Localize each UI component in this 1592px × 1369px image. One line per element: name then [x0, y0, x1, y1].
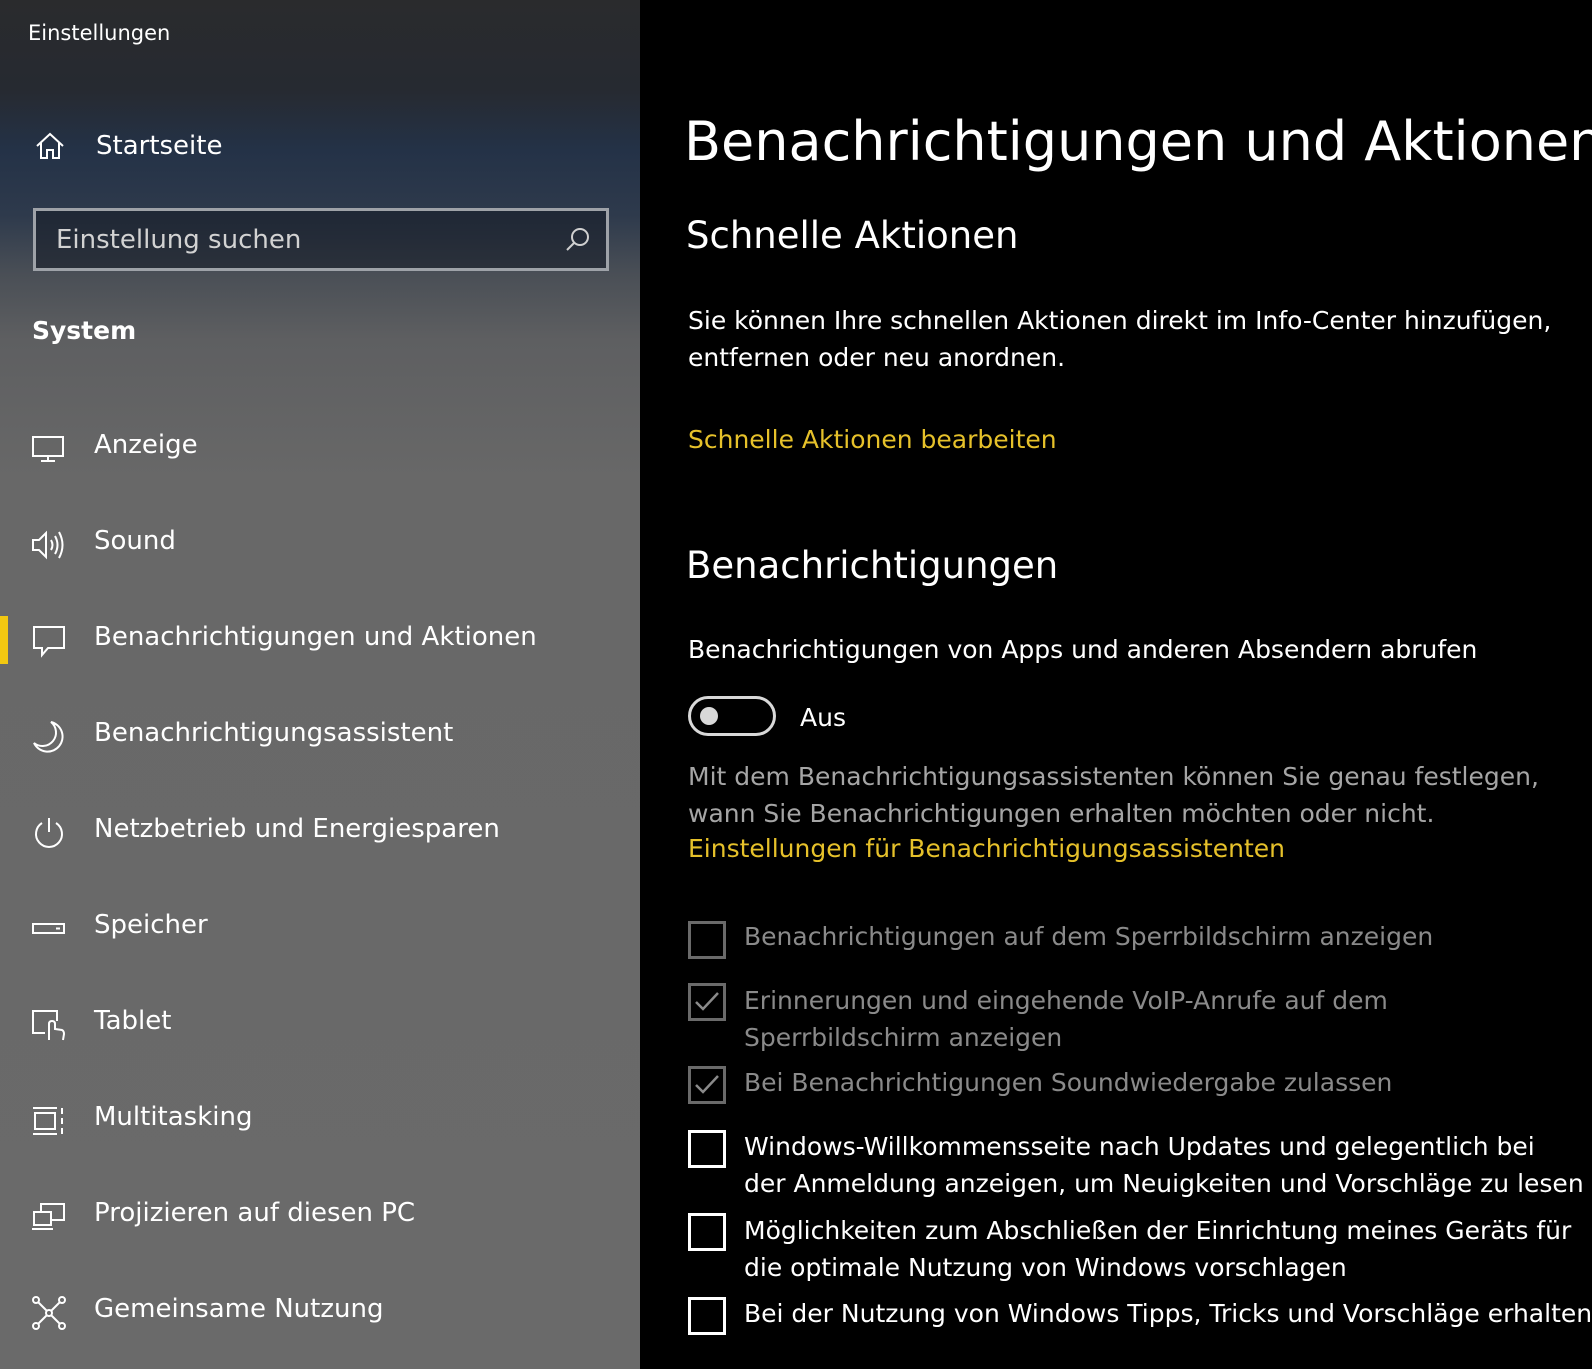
- speaker-icon: [32, 530, 64, 560]
- checkbox-label: Möglichkeiten zum Abschließen der Einric…: [744, 1216, 1572, 1282]
- sidebar-item-projizieren[interactable]: Projizieren auf diesen PC: [0, 1172, 640, 1268]
- edit-quick-actions-link[interactable]: Schnelle Aktionen bearbeiten: [688, 425, 1057, 454]
- sidebar-item-label: Tablet: [94, 1006, 172, 1036]
- sidebar: Einstellungen Startseite System Anzeige: [0, 0, 640, 1369]
- section-label: System: [32, 316, 137, 345]
- sidebar-item-multitasking[interactable]: Multitasking: [0, 1076, 640, 1172]
- sidebar-item-benachrichtigungsassistent[interactable]: Benachrichtigungsassistent: [0, 692, 640, 788]
- home-icon: [36, 132, 64, 159]
- home-label: Startseite: [96, 131, 223, 161]
- notifications-toggle-label: Benachrichtigungen von Apps und anderen …: [688, 635, 1478, 664]
- checkbox-lockscreen[interactable]: [688, 921, 726, 959]
- active-indicator: [0, 616, 8, 664]
- checkbox-tips[interactable]: [688, 1297, 726, 1335]
- sidebar-item-label: Benachrichtigungen und Aktionen: [94, 622, 537, 652]
- checkbox-label: Windows-Willkommensseite nach Updates un…: [744, 1132, 1584, 1198]
- sidebar-item-netzbetrieb[interactable]: Netzbetrieb und Energiesparen: [0, 788, 640, 884]
- search-input[interactable]: [36, 211, 546, 268]
- sidebar-item-label: Gemeinsame Nutzung: [94, 1294, 384, 1324]
- sidebar-item-gemeinsame-nutzung[interactable]: Gemeinsame Nutzung: [0, 1268, 640, 1364]
- checkbox-voip[interactable]: [688, 983, 726, 1021]
- main-content: Benachrichtigungen und Aktionen Schnelle…: [640, 0, 1592, 1369]
- checkbox-welcome[interactable]: [688, 1130, 726, 1168]
- search-box: [33, 208, 609, 271]
- quick-actions-heading: Schnelle Aktionen: [686, 214, 1019, 257]
- search-icon[interactable]: [564, 226, 592, 254]
- sidebar-item-label: Multitasking: [94, 1102, 253, 1132]
- assistant-settings-link[interactable]: Einstellungen für Benachrichtigungsassis…: [688, 834, 1285, 863]
- toggle-state-label: Aus: [800, 703, 846, 732]
- sidebar-item-sound[interactable]: Sound: [0, 500, 640, 596]
- sidebar-item-label: Speicher: [94, 910, 208, 940]
- checkbox-label: Benachrichtigungen auf dem Sperrbildschi…: [744, 922, 1434, 951]
- checkmark-icon: [695, 992, 719, 1011]
- checkbox-setup[interactable]: [688, 1213, 726, 1251]
- checkbox-sound[interactable]: [688, 1066, 726, 1104]
- notification-icon: [33, 626, 65, 658]
- sidebar-item-label: Projizieren auf diesen PC: [94, 1198, 416, 1228]
- sidebar-item-benachrichtigungen[interactable]: Benachrichtigungen und Aktionen: [0, 596, 640, 692]
- checkmark-icon: [695, 1075, 719, 1094]
- home-link[interactable]: Startseite: [0, 118, 640, 174]
- monitor-icon: [32, 436, 64, 462]
- tablet-icon: [32, 1010, 66, 1041]
- sidebar-nav: Anzeige Sound Benachrichtigungen und Akt…: [0, 404, 640, 1364]
- multitasking-icon: [33, 1107, 63, 1135]
- share-icon: [32, 1296, 66, 1330]
- checkbox-label: Bei Benachrichtigungen Soundwiedergabe z…: [744, 1068, 1393, 1097]
- sidebar-item-label: Benachrichtigungsassistent: [94, 718, 454, 748]
- moon-icon: [33, 721, 64, 753]
- notifications-toggle[interactable]: [688, 696, 776, 736]
- quick-actions-description: Sie können Ihre schnellen Aktionen direk…: [688, 306, 1552, 372]
- notifications-heading: Benachrichtigungen: [686, 544, 1059, 587]
- sidebar-item-label: Netzbetrieb und Energiesparen: [94, 814, 500, 844]
- page-title: Benachrichtigungen und Aktionen: [684, 110, 1592, 173]
- sidebar-item-label: Sound: [94, 526, 176, 556]
- sidebar-item-label: Anzeige: [94, 430, 198, 460]
- checkbox-label: Bei der Nutzung von Windows Tipps, Trick…: [744, 1299, 1592, 1328]
- checkbox-label: Erinnerungen und eingehende VoIP-Anrufe …: [744, 986, 1388, 1052]
- sidebar-item-speicher[interactable]: Speicher: [0, 884, 640, 980]
- sidebar-item-anzeige[interactable]: Anzeige: [0, 404, 640, 500]
- assistant-description: Mit dem Benachrichtigungsassistenten kön…: [688, 762, 1539, 828]
- toggle-knob: [700, 707, 718, 725]
- project-icon: [32, 1203, 65, 1230]
- storage-icon: [32, 923, 65, 934]
- app-title: Einstellungen: [28, 21, 171, 45]
- power-icon: [35, 818, 63, 848]
- sidebar-item-tablet[interactable]: Tablet: [0, 980, 640, 1076]
